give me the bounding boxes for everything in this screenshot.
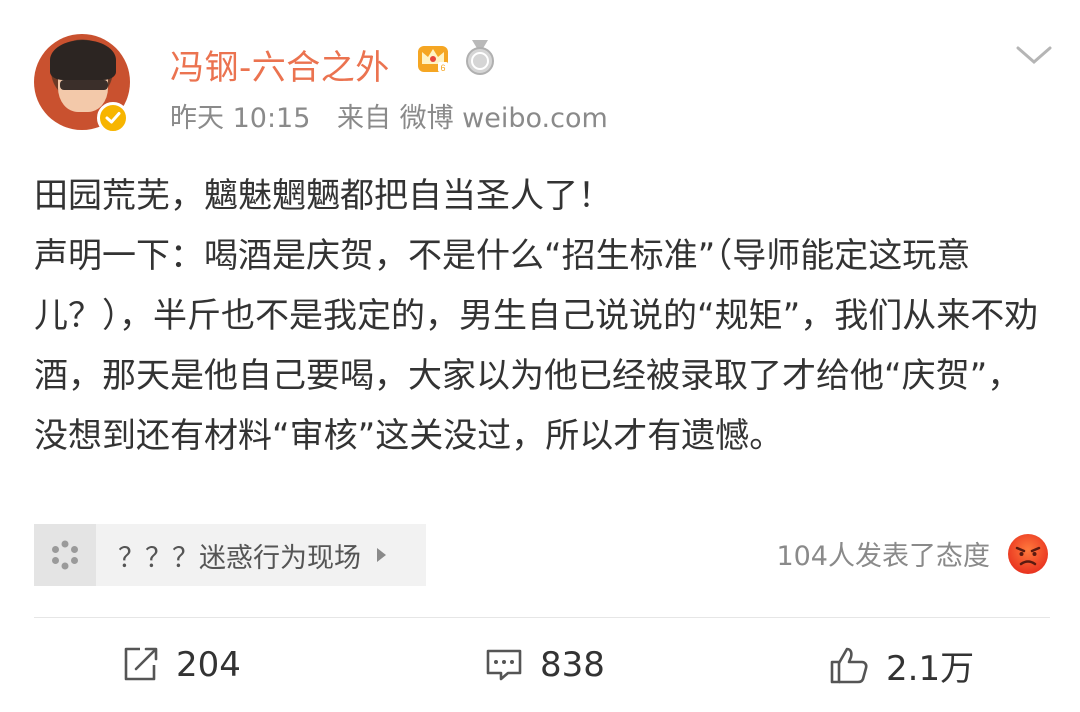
comment-button[interactable]: 838 bbox=[484, 640, 605, 690]
topic-card[interactable]: ？？？迷惑行为现场 bbox=[34, 524, 426, 586]
post-content: 田园荒芜，魑魅魍魉都把自当圣人了！ 声明一下：喝酒是庆贺，不是什么“招生标准”（… bbox=[34, 166, 1050, 466]
post-time: 昨天 10:15 bbox=[170, 103, 311, 134]
reactions-summary[interactable]: 104人发表了态度 bbox=[776, 534, 990, 573]
svg-text:6: 6 bbox=[440, 63, 445, 73]
topic-label: ？？？迷惑行为现场 bbox=[118, 542, 361, 574]
weibo-post: 冯钢-六合之外 6 昨天 10:15 来自 微博 weibo.com 田园荒芜，… bbox=[0, 0, 1080, 712]
comment-count: 838 bbox=[540, 645, 605, 685]
repost-count: 204 bbox=[176, 645, 241, 685]
post-meta: 昨天 10:15 来自 微博 weibo.com bbox=[170, 96, 608, 135]
topic-icon bbox=[34, 524, 96, 586]
like-button[interactable]: 2.1万 bbox=[828, 640, 974, 690]
comment-icon bbox=[486, 649, 522, 681]
divider bbox=[34, 617, 1050, 618]
crown-icon[interactable]: 6 bbox=[414, 38, 452, 76]
chevron-right-icon bbox=[377, 548, 386, 562]
like-icon bbox=[830, 647, 868, 684]
post-source[interactable]: 来自 微博 weibo.com bbox=[337, 103, 608, 134]
content-line: 田园荒芜，魑魅魍魉都把自当圣人了！ bbox=[34, 176, 612, 216]
like-count: 2.1万 bbox=[886, 648, 975, 689]
angry-face-icon[interactable] bbox=[1006, 532, 1050, 576]
repost-button[interactable]: 204 bbox=[120, 640, 241, 690]
content-line: 声明一下：喝酒是庆贺，不是什么“招生标准”（导师能定这玩意儿？），半斤也不是我定… bbox=[34, 236, 1039, 456]
medal-icon[interactable] bbox=[462, 38, 498, 76]
author-name[interactable]: 冯钢-六合之外 bbox=[170, 40, 390, 89]
chevron-down-icon[interactable] bbox=[1014, 44, 1054, 68]
repost-icon bbox=[124, 647, 158, 681]
verified-icon bbox=[97, 102, 129, 134]
